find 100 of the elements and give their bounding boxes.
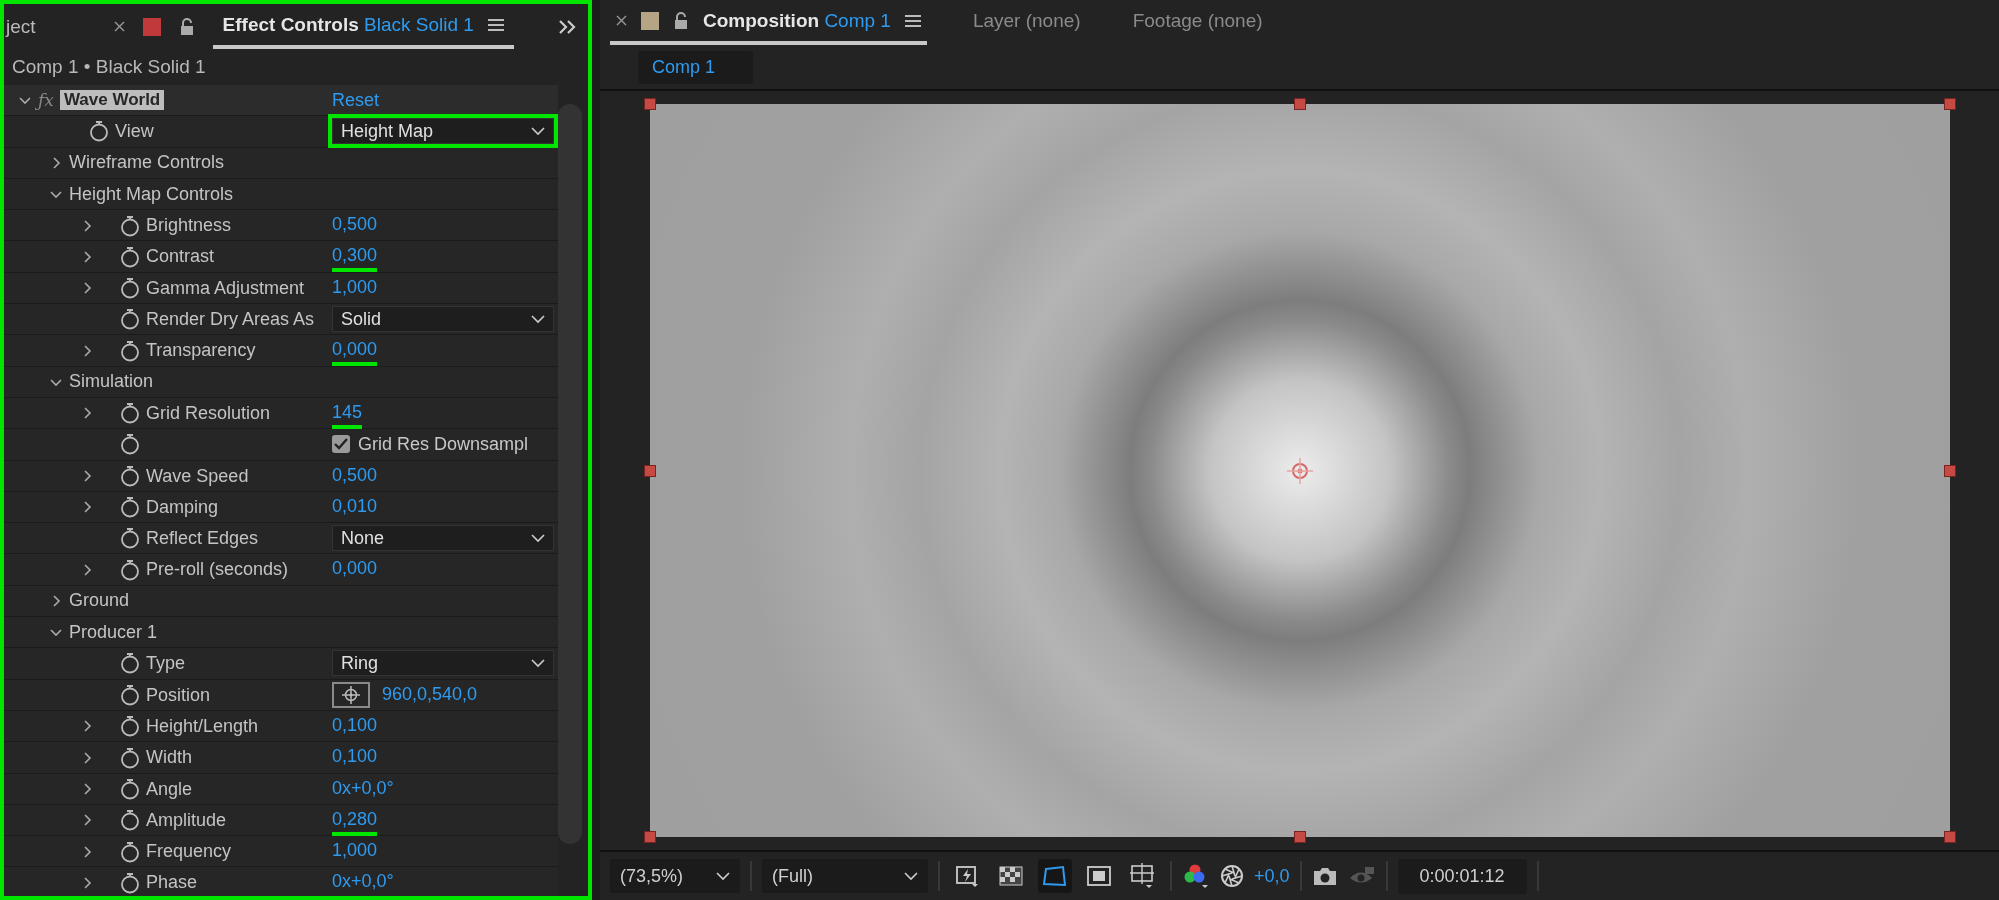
stopwatch-icon[interactable] bbox=[120, 684, 140, 707]
aperture-icon[interactable] bbox=[1220, 864, 1244, 888]
chevron-right-icon[interactable] bbox=[81, 251, 93, 263]
layer-handle[interactable] bbox=[643, 98, 656, 110]
chevron-right-icon[interactable] bbox=[81, 282, 93, 295]
parameter-value[interactable]: 960,0,540,0 bbox=[382, 683, 478, 711]
stopwatch-icon[interactable] bbox=[120, 277, 140, 300]
stopwatch-icon[interactable] bbox=[120, 746, 140, 769]
comp-breadcrumb[interactable]: Comp 1 bbox=[638, 50, 754, 84]
timecode[interactable]: 0:00:01:12 bbox=[1397, 858, 1527, 894]
lock-icon[interactable] bbox=[178, 17, 195, 36]
stopwatch-icon[interactable] bbox=[120, 840, 140, 863]
layer-handle[interactable] bbox=[643, 464, 656, 477]
parameter-name: View bbox=[115, 120, 154, 142]
reset-link[interactable]: Reset bbox=[332, 89, 558, 111]
dropdown[interactable]: None bbox=[332, 525, 554, 552]
parameter-value[interactable]: 0,010 bbox=[332, 495, 378, 523]
tab[interactable]: Footage (none) bbox=[1126, 0, 1269, 45]
parameter-value[interactable]: 0x+0,0° bbox=[332, 777, 394, 805]
parameter-name: Damping bbox=[146, 496, 219, 518]
lock-icon[interactable] bbox=[673, 11, 689, 30]
layer-handle[interactable] bbox=[1943, 464, 1956, 477]
color-channels-icon[interactable] bbox=[1182, 862, 1210, 890]
stopwatch-icon[interactable] bbox=[120, 652, 140, 675]
stopwatch-icon[interactable] bbox=[120, 246, 140, 268]
chevron-right-icon[interactable] bbox=[50, 594, 62, 607]
stopwatch-icon[interactable] bbox=[89, 120, 109, 143]
layer-handle[interactable] bbox=[1293, 98, 1306, 110]
chevron-down-icon[interactable] bbox=[19, 94, 31, 107]
stopwatch-icon[interactable] bbox=[120, 308, 140, 331]
chevron-right-icon[interactable] bbox=[81, 751, 93, 764]
tab[interactable]: ject bbox=[6, 15, 36, 38]
stopwatch-icon[interactable] bbox=[120, 496, 140, 519]
tab[interactable]: Layer (none) bbox=[966, 0, 1087, 45]
chevron-right-icon[interactable] bbox=[81, 470, 93, 483]
chevron-right-icon[interactable] bbox=[81, 219, 93, 232]
parameter-value[interactable]: 1,000 bbox=[332, 276, 378, 304]
parameter-name: Wave Speed bbox=[146, 465, 249, 487]
layer-handle[interactable] bbox=[1943, 98, 1956, 110]
chevron-right-icon[interactable] bbox=[81, 407, 93, 420]
layer-handle[interactable] bbox=[643, 831, 656, 843]
menu-icon[interactable] bbox=[487, 17, 504, 32]
parameter-value[interactable]: 0x+0,0° bbox=[332, 871, 394, 896]
exposure-value[interactable]: +0,0 bbox=[1254, 865, 1290, 887]
chevron-right-icon[interactable] bbox=[81, 783, 93, 796]
dropdown[interactable]: Solid bbox=[332, 306, 554, 333]
menu-icon[interactable] bbox=[904, 13, 921, 28]
stopwatch-icon[interactable] bbox=[120, 778, 140, 801]
parameter-value[interactable]: 1,000 bbox=[332, 840, 378, 868]
checkerboard-icon bbox=[999, 866, 1023, 886]
chevron-right-icon[interactable] bbox=[81, 720, 93, 733]
parameter-name: Grid Resolution bbox=[146, 402, 271, 424]
chevron-right-icon[interactable] bbox=[81, 563, 93, 576]
stopwatch-icon[interactable] bbox=[120, 214, 140, 237]
group-name: Wireframe Controls bbox=[69, 152, 225, 174]
layer-handle[interactable] bbox=[1943, 831, 1956, 843]
checkbox-label: Grid Res Downsampl bbox=[358, 433, 529, 455]
chevron-right-icon[interactable] bbox=[81, 876, 93, 889]
resolution-dropdown[interactable]: (Full) bbox=[762, 859, 928, 893]
parameter-value[interactable]: 0,500 bbox=[332, 214, 378, 242]
layer-handle[interactable] bbox=[1293, 831, 1306, 843]
stopwatch-icon[interactable] bbox=[120, 465, 140, 488]
chevron-right-icon[interactable] bbox=[81, 501, 93, 514]
group-name: Simulation bbox=[69, 371, 154, 393]
parameter-name: Angle bbox=[146, 778, 193, 800]
toolbar-button[interactable] bbox=[1038, 859, 1072, 893]
stopwatch-icon[interactable] bbox=[120, 402, 140, 425]
double-chevron-icon[interactable] bbox=[558, 18, 578, 35]
tab[interactable]: Effect Controls Black Solid 1 bbox=[212, 4, 514, 49]
scrollbar[interactable] bbox=[558, 104, 582, 844]
stopwatch-icon[interactable] bbox=[120, 433, 140, 456]
stopwatch-icon[interactable] bbox=[120, 558, 140, 581]
parameter-value[interactable]: 0,100 bbox=[332, 714, 378, 742]
stopwatch-icon[interactable] bbox=[120, 715, 140, 738]
crosshair-button[interactable] bbox=[332, 682, 370, 709]
parameter-value[interactable]: 0,100 bbox=[332, 746, 378, 774]
checkbox[interactable] bbox=[332, 435, 350, 454]
close-icon[interactable] bbox=[113, 21, 125, 32]
stopwatch-icon[interactable] bbox=[120, 527, 140, 550]
anchor-point-icon[interactable] bbox=[1284, 455, 1315, 486]
chevron-right-icon[interactable] bbox=[50, 156, 62, 169]
stopwatch-icon[interactable] bbox=[120, 871, 140, 894]
dropdown[interactable]: Ring bbox=[332, 650, 554, 677]
zoom-dropdown[interactable]: (73,5%) bbox=[610, 859, 740, 893]
camera-icon[interactable] bbox=[1311, 865, 1338, 887]
chevron-right-icon[interactable] bbox=[81, 814, 93, 827]
breadcrumb: Comp 1 • Black Solid 1 bbox=[11, 55, 207, 79]
parameter-name: Render Dry Areas As bbox=[146, 308, 315, 330]
caret-icon bbox=[531, 533, 545, 544]
chevron-down-icon[interactable] bbox=[50, 626, 62, 639]
tab[interactable]: Composition Comp 1 bbox=[610, 0, 927, 45]
close-icon[interactable] bbox=[616, 15, 627, 26]
stopwatch-icon[interactable] bbox=[120, 339, 140, 362]
chevron-down-icon[interactable] bbox=[50, 188, 62, 201]
chevron-right-icon[interactable] bbox=[81, 845, 93, 858]
parameter-name: Position bbox=[146, 684, 211, 706]
parameter-value[interactable]: 0,000 bbox=[332, 558, 378, 586]
chevron-right-icon[interactable] bbox=[81, 344, 93, 357]
parameter-value[interactable]: 0,500 bbox=[332, 464, 378, 492]
stopwatch-icon[interactable] bbox=[120, 809, 140, 832]
